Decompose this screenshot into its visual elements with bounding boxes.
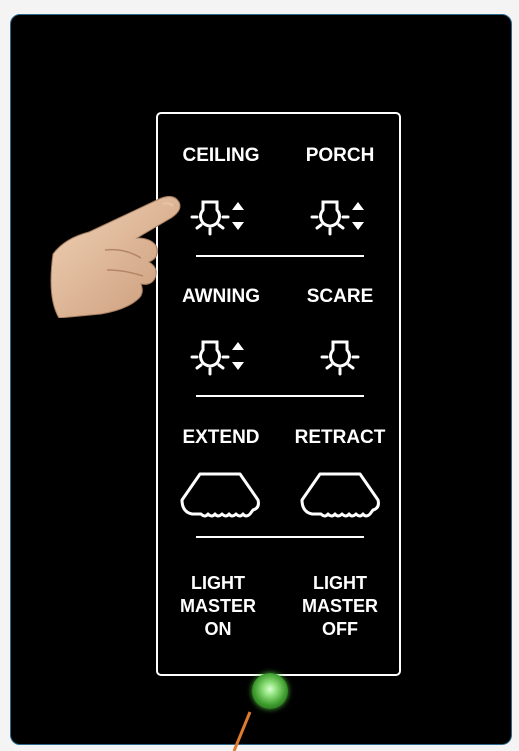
master-on-line: MASTER	[180, 596, 256, 616]
awning-retract-button[interactable]	[290, 470, 390, 524]
master-on-line: ON	[204, 619, 232, 639]
row-divider	[196, 395, 364, 397]
ceiling-dimmer-button[interactable]	[170, 190, 270, 240]
porch-label[interactable]: PORCH	[280, 145, 400, 167]
porch-dimmer-button[interactable]	[290, 190, 390, 240]
master-off-line: MASTER	[302, 596, 378, 616]
control-panel-device: CEILING PORCH AWNING SCARE EXTEND RETRAC…	[10, 14, 512, 745]
scare-light-button[interactable]	[290, 330, 390, 380]
ceiling-label[interactable]: CEILING	[161, 145, 281, 167]
master-off-line: OFF	[322, 619, 358, 639]
awning-label[interactable]: AWNING	[161, 286, 281, 308]
awning-light-dimmer-button[interactable]	[170, 330, 270, 380]
light-master-on-button[interactable]: LIGHT MASTER ON	[158, 572, 278, 641]
status-led	[252, 673, 288, 709]
row-divider	[196, 255, 364, 257]
awning-extend-icon	[180, 472, 260, 518]
retract-label[interactable]: RETRACT	[280, 427, 400, 449]
bulb-dimmer-icon	[190, 200, 244, 236]
row-divider	[196, 536, 364, 538]
bulb-dimmer-icon	[190, 340, 244, 376]
scare-label[interactable]: SCARE	[280, 286, 400, 308]
master-off-line: LIGHT	[313, 573, 367, 593]
extend-label[interactable]: EXTEND	[161, 427, 281, 449]
light-master-off-button[interactable]: LIGHT MASTER OFF	[280, 572, 400, 641]
bulb-icon	[320, 340, 360, 376]
awning-retract-icon	[300, 472, 380, 518]
awning-extend-button[interactable]	[170, 470, 270, 524]
bulb-dimmer-icon	[310, 200, 364, 236]
master-on-line: LIGHT	[191, 573, 245, 593]
switch-panel: CEILING PORCH AWNING SCARE EXTEND RETRAC…	[156, 112, 401, 676]
